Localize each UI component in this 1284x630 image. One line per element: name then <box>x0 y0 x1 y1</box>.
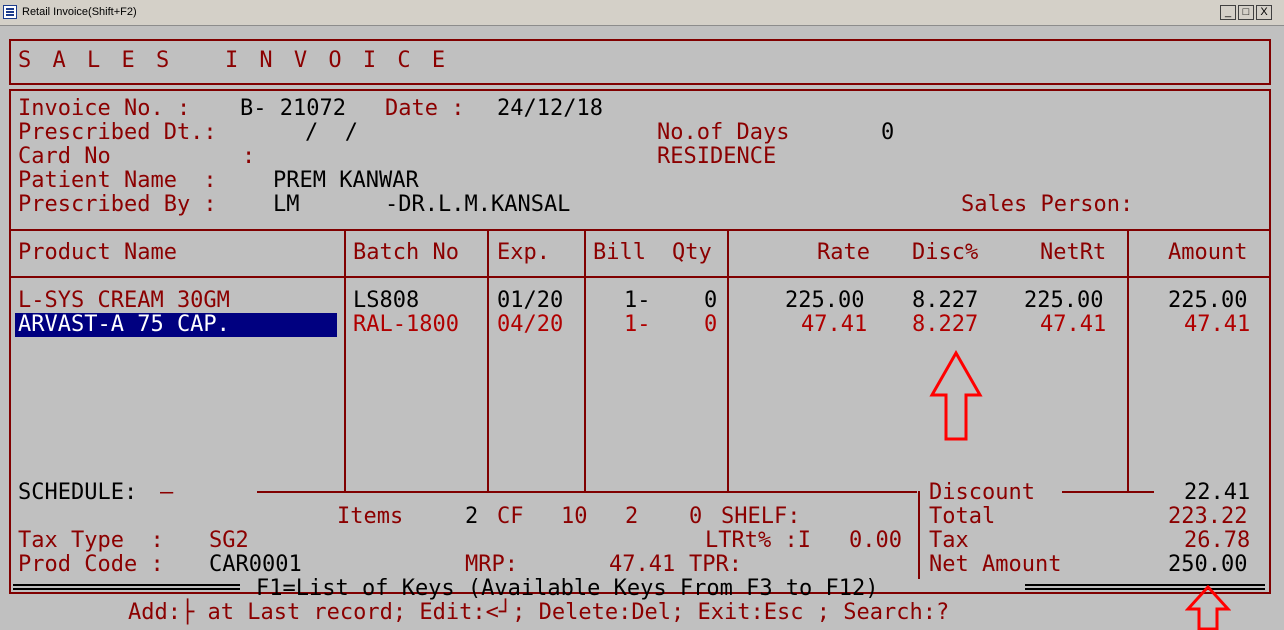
col-divider <box>487 229 489 493</box>
card-no-label: Card No <box>18 144 111 169</box>
minimize-button[interactable]: _ <box>1220 5 1236 20</box>
prescribed-dt-label: Prescribed Dt.: <box>18 120 217 145</box>
col-header-qty: Qty <box>672 240 712 265</box>
row-netrt[interactable]: 225.00 <box>1024 289 1103 313</box>
cf-label: CF <box>497 504 524 529</box>
col-header-bill: Bill <box>593 240 646 265</box>
annotation-arrow-up-icon <box>929 350 983 441</box>
col-header-netrt: NetRt <box>1040 240 1107 265</box>
tax-label: Tax <box>929 528 969 553</box>
days-value[interactable]: 0 <box>881 121 894 145</box>
card-no-colon: : <box>242 144 256 169</box>
table-top-border <box>11 229 1269 231</box>
app-menu-icon[interactable] <box>3 5 17 19</box>
mrp-label: MRP: <box>465 552 518 577</box>
prod-code-label: Prod Code : <box>18 552 164 577</box>
prescribed-by-code[interactable]: LM <box>273 193 300 217</box>
maximize-button[interactable]: □ <box>1238 5 1254 20</box>
date-label: Date : <box>385 96 465 121</box>
residence-label: RESIDENCE <box>657 144 777 169</box>
row-qty[interactable]: 0 <box>704 289 717 313</box>
cf-value-2: 2 <box>625 504 639 529</box>
col-header-rate: Rate <box>817 240 870 265</box>
patient-name-value[interactable]: PREM KANWAR <box>273 169 419 193</box>
doctor-name: -DR.L.M.KANSAL <box>385 192 571 217</box>
row-product[interactable]: L-SYS CREAM 30GM <box>18 289 230 313</box>
col-divider <box>584 229 586 493</box>
col-divider <box>727 229 729 493</box>
discount-label: Discount <box>929 480 1035 505</box>
row-netrt[interactable]: 47.41 <box>1040 313 1106 337</box>
row-batch[interactable]: LS808 <box>353 289 419 313</box>
row-disc[interactable]: 8.227 <box>912 313 978 337</box>
net-amount-label: Net Amount <box>929 552 1062 577</box>
col-divider <box>344 229 346 493</box>
window-title: Retail Invoice(Shift+F2) <box>22 6 137 18</box>
cf-value-1: 10 <box>561 504 588 529</box>
window-titlebar[interactable]: Retail Invoice(Shift+F2) _ □ X <box>0 0 1284 26</box>
days-label: No.of Days <box>657 120 790 145</box>
invoice-no-value[interactable]: B- 21072 <box>240 97 346 121</box>
date-value[interactable]: 24/12/18 <box>497 97 603 121</box>
discount-value: 22.41 <box>1184 480 1251 505</box>
row-batch[interactable]: RAL-1800 <box>353 313 459 337</box>
row-exp[interactable]: 01/20 <box>497 289 563 313</box>
total-label: Total <box>929 504 996 529</box>
tax-type-label: Tax Type : <box>18 528 164 553</box>
totals-divider <box>918 491 920 579</box>
row-disc[interactable]: 8.227 <box>912 289 978 313</box>
schedule-label: SCHEDULE: <box>18 480 138 505</box>
row-bill[interactable]: 1- <box>624 289 651 313</box>
items-label: Items <box>337 504 404 529</box>
col-header-product: Product Name <box>18 240 177 265</box>
row-amount: 47.41 <box>1184 312 1251 337</box>
prod-code-value[interactable]: CAR0001 <box>209 553 302 577</box>
cf-value-3: 0 <box>689 504 703 529</box>
table-header-border <box>11 276 1269 278</box>
help-line: F1=List of Keys (Available Keys From F3 … <box>256 576 879 601</box>
row-qty[interactable]: 0 <box>704 313 717 337</box>
col-header-exp: Exp. <box>497 240 550 265</box>
prescribed-dt-value[interactable]: / / <box>305 121 358 145</box>
mrp-value: 47.41 <box>609 552 676 577</box>
annotation-arrow-up-icon <box>1185 585 1231 630</box>
row-bill[interactable]: 1- <box>624 313 651 337</box>
footer-divider <box>257 491 917 493</box>
prescribed-by-label: Prescribed By : <box>18 192 217 217</box>
tax-type-value[interactable]: SG2 <box>209 529 249 553</box>
invoice-no-label: Invoice No. : <box>18 96 191 121</box>
net-amount-value: 250.00 <box>1168 552 1248 577</box>
close-button[interactable]: X <box>1256 5 1272 20</box>
ltrt-label: LTRt% :I <box>705 528 811 553</box>
col-divider <box>1127 229 1129 493</box>
col-header-batch: Batch No <box>353 240 459 265</box>
shelf-label: SHELF: <box>721 504 801 529</box>
tpr-label: TPR: <box>689 552 742 577</box>
sales-person-label: Sales Person: <box>961 192 1134 217</box>
ltrt-value: 0.00 <box>849 528 902 553</box>
help-rule-left <box>13 584 240 590</box>
status-line: Add:├ at Last record; Edit:<┘; Delete:De… <box>128 600 950 625</box>
banner-title: S A L E S I N V O I C E <box>18 48 450 73</box>
row-amount: 225.00 <box>1168 288 1248 313</box>
invoice-frame <box>9 89 1271 594</box>
tax-value: 26.78 <box>1184 528 1251 553</box>
col-header-disc: Disc% <box>912 240 979 265</box>
footer-divider <box>1062 491 1154 493</box>
row-rate[interactable]: 225.00 <box>785 289 864 313</box>
row-rate[interactable]: 47.41 <box>801 313 867 337</box>
schedule-value[interactable]: – <box>160 481 173 505</box>
row-exp[interactable]: 04/20 <box>497 313 563 337</box>
patient-name-label: Patient Name : <box>18 168 217 193</box>
total-value: 223.22 <box>1168 504 1248 529</box>
row-product[interactable]: ARVAST-A 75 CAP. <box>18 313 230 337</box>
items-value: 2 <box>465 504 479 529</box>
col-header-amount: Amount <box>1168 240 1248 265</box>
